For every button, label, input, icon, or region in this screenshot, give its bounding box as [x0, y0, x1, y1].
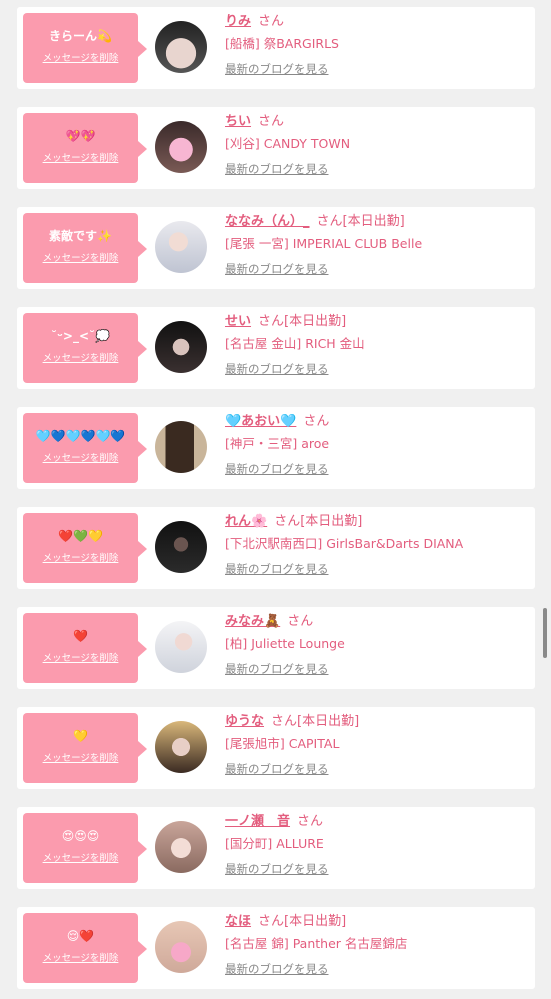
- list-item: 😍😍😍 メッセージを削除 一ノ瀬 音さん [国分町] ALLURE 最新のブログ…: [17, 807, 535, 889]
- message-text: 素敵です✨: [49, 229, 112, 243]
- list-item: きらーん💫 メッセージを削除 りみ さん [船橋] 祭BARGIRLS 最新のブロ…: [17, 7, 535, 89]
- message-bubble: きらーん💫 メッセージを削除: [23, 13, 147, 83]
- latest-blog-link[interactable]: 最新のブログを見る: [225, 761, 329, 777]
- latest-blog-link[interactable]: 最新のブログを見る: [225, 561, 329, 577]
- honorific: さん: [258, 914, 285, 929]
- message-bubble: 💛 メッセージを削除: [23, 713, 147, 783]
- status-badge: [本日出勤]: [284, 314, 347, 329]
- message-bubble: ❤️💚💛 メッセージを削除: [23, 513, 147, 583]
- girl-name-link[interactable]: みなみ🧸: [225, 614, 280, 629]
- delete-message-link[interactable]: メッセージを削除: [43, 250, 119, 264]
- list-item: 😌❤️ メッセージを削除 なほ さん[本日出勤] [名古屋 錦] Panther …: [17, 907, 535, 989]
- honorific: さん: [303, 414, 330, 429]
- latest-blog-link[interactable]: 最新のブログを見る: [225, 361, 329, 377]
- message-text: ❤️: [73, 629, 88, 643]
- girl-name-link[interactable]: なほ: [225, 914, 251, 929]
- store-label: [柏] Juliette Lounge: [225, 636, 345, 651]
- message-bubble: 素敵です✨ メッセージを削除: [23, 213, 147, 283]
- message-text: 💖💖: [65, 129, 96, 143]
- list-item: 🩵💙🩵💙🩵💙 メッセージを削除 🩵あおい🩵 さん [神戸・三宮] aroe 最新の…: [17, 407, 535, 489]
- delete-message-link[interactable]: メッセージを削除: [43, 550, 119, 564]
- status-badge: [本日出勤]: [342, 214, 405, 229]
- delete-message-link[interactable]: メッセージを削除: [43, 50, 119, 64]
- honorific: さん: [271, 714, 298, 729]
- store-label: [神戸・三宮] aroe: [225, 436, 330, 451]
- message-text: ˘ᵕ>_<˘💭: [51, 329, 110, 343]
- honorific: さん: [274, 514, 301, 529]
- status-badge: [本日出勤]: [300, 514, 363, 529]
- latest-blog-link[interactable]: 最新のブログを見る: [225, 461, 329, 477]
- avatar[interactable]: [155, 821, 207, 873]
- honorific: さん: [316, 214, 343, 229]
- delete-message-link[interactable]: メッセージを削除: [43, 150, 119, 164]
- message-bubble: 😍😍😍 メッセージを削除: [23, 813, 147, 883]
- avatar[interactable]: [155, 921, 207, 973]
- message-text: 💛: [73, 729, 88, 743]
- message-text: 😍😍😍: [61, 829, 100, 843]
- message-bubble: 💖💖 メッセージを削除: [23, 113, 147, 183]
- avatar[interactable]: [155, 221, 207, 273]
- girl-name-link[interactable]: れん🌸: [225, 514, 267, 529]
- list-item: 素敵です✨ メッセージを削除 ななみ（ん）_ さん[本日出勤] [尾張 一宮] I…: [17, 207, 535, 289]
- message-bubble: ❤️ メッセージを削除: [23, 613, 147, 683]
- list-item: ❤️💚💛 メッセージを削除 れん🌸 さん[本日出勤] [下北沢駅南西口] Girl…: [17, 507, 535, 589]
- message-bubble: 🩵💙🩵💙🩵💙 メッセージを削除: [23, 413, 147, 483]
- message-text: 😌❤️: [66, 929, 95, 943]
- message-text: きらーん💫: [49, 29, 112, 43]
- girl-name-link[interactable]: りみ: [225, 14, 251, 29]
- latest-blog-link[interactable]: 最新のブログを見る: [225, 161, 329, 177]
- store-label: [刈谷] CANDY TOWN: [225, 136, 351, 151]
- girl-name-link[interactable]: せい: [225, 314, 251, 329]
- girl-name-link[interactable]: ちい: [225, 114, 251, 129]
- latest-blog-link[interactable]: 最新のブログを見る: [225, 661, 329, 677]
- avatar[interactable]: [155, 721, 207, 773]
- honorific: さん: [258, 14, 285, 29]
- avatar[interactable]: [155, 621, 207, 673]
- message-text: ❤️💚💛: [58, 529, 103, 543]
- message-bubble: ˘ᵕ>_<˘💭 メッセージを削除: [23, 313, 147, 383]
- delete-message-link[interactable]: メッセージを削除: [43, 750, 119, 764]
- store-label: [尾張旭市] CAPITAL: [225, 736, 340, 751]
- list-item: 💛 メッセージを削除 ゆうな さん[本日出勤] [尾張旭市] CAPITAL 最新…: [17, 707, 535, 789]
- honorific: さん: [297, 814, 324, 829]
- girl-name-link[interactable]: ゆうな: [225, 714, 264, 729]
- latest-blog-link[interactable]: 最新のブログを見る: [225, 961, 329, 977]
- honorific: さん: [258, 114, 285, 129]
- scrollbar-thumb[interactable]: [543, 608, 547, 658]
- honorific: さん: [287, 614, 314, 629]
- store-label: [下北沢駅南西口] GirlsBar&Darts DIANA: [225, 536, 464, 551]
- avatar[interactable]: [155, 421, 207, 473]
- delete-message-link[interactable]: メッセージを削除: [43, 450, 119, 464]
- delete-message-link[interactable]: メッセージを削除: [43, 950, 119, 964]
- status-badge: [本日出勤]: [297, 714, 360, 729]
- girl-name-link[interactable]: 🩵あおい🩵: [225, 414, 296, 429]
- delete-message-link[interactable]: メッセージを削除: [43, 850, 119, 864]
- store-label: [国分町] ALLURE: [225, 836, 324, 851]
- latest-blog-link[interactable]: 最新のブログを見る: [225, 61, 329, 77]
- avatar[interactable]: [155, 21, 207, 73]
- avatar[interactable]: [155, 121, 207, 173]
- avatar[interactable]: [155, 521, 207, 573]
- honorific: さん: [258, 314, 285, 329]
- store-label: [名古屋 錦] Panther 名古屋錦店: [225, 936, 408, 951]
- list-item: 💖💖 メッセージを削除 ちい さん [刈谷] CANDY TOWN 最新のブログを…: [17, 107, 535, 189]
- latest-blog-link[interactable]: 最新のブログを見る: [225, 261, 329, 277]
- avatar[interactable]: [155, 321, 207, 373]
- delete-message-link[interactable]: メッセージを削除: [43, 350, 119, 364]
- list-item: ❤️ メッセージを削除 みなみ🧸 さん [柏] Juliette Lounge 最…: [17, 607, 535, 689]
- store-label: [船橋] 祭BARGIRLS: [225, 36, 339, 51]
- list-item: ˘ᵕ>_<˘💭 メッセージを削除 せい さん[本日出勤] [名古屋 金山] RIC…: [17, 307, 535, 389]
- store-label: [尾張 一宮] IMPERIAL CLUB Belle: [225, 236, 423, 251]
- latest-blog-link[interactable]: 最新のブログを見る: [225, 861, 329, 877]
- store-label: [名古屋 金山] RICH 金山: [225, 336, 365, 351]
- delete-message-link[interactable]: メッセージを削除: [43, 650, 119, 664]
- girl-name-link[interactable]: ななみ（ん）_: [225, 214, 310, 229]
- message-text: 🩵💙🩵💙🩵💙: [35, 429, 126, 443]
- message-bubble: 😌❤️ メッセージを削除: [23, 913, 147, 983]
- status-badge: [本日出勤]: [284, 914, 347, 929]
- girl-name-link[interactable]: 一ノ瀬 音: [225, 814, 290, 829]
